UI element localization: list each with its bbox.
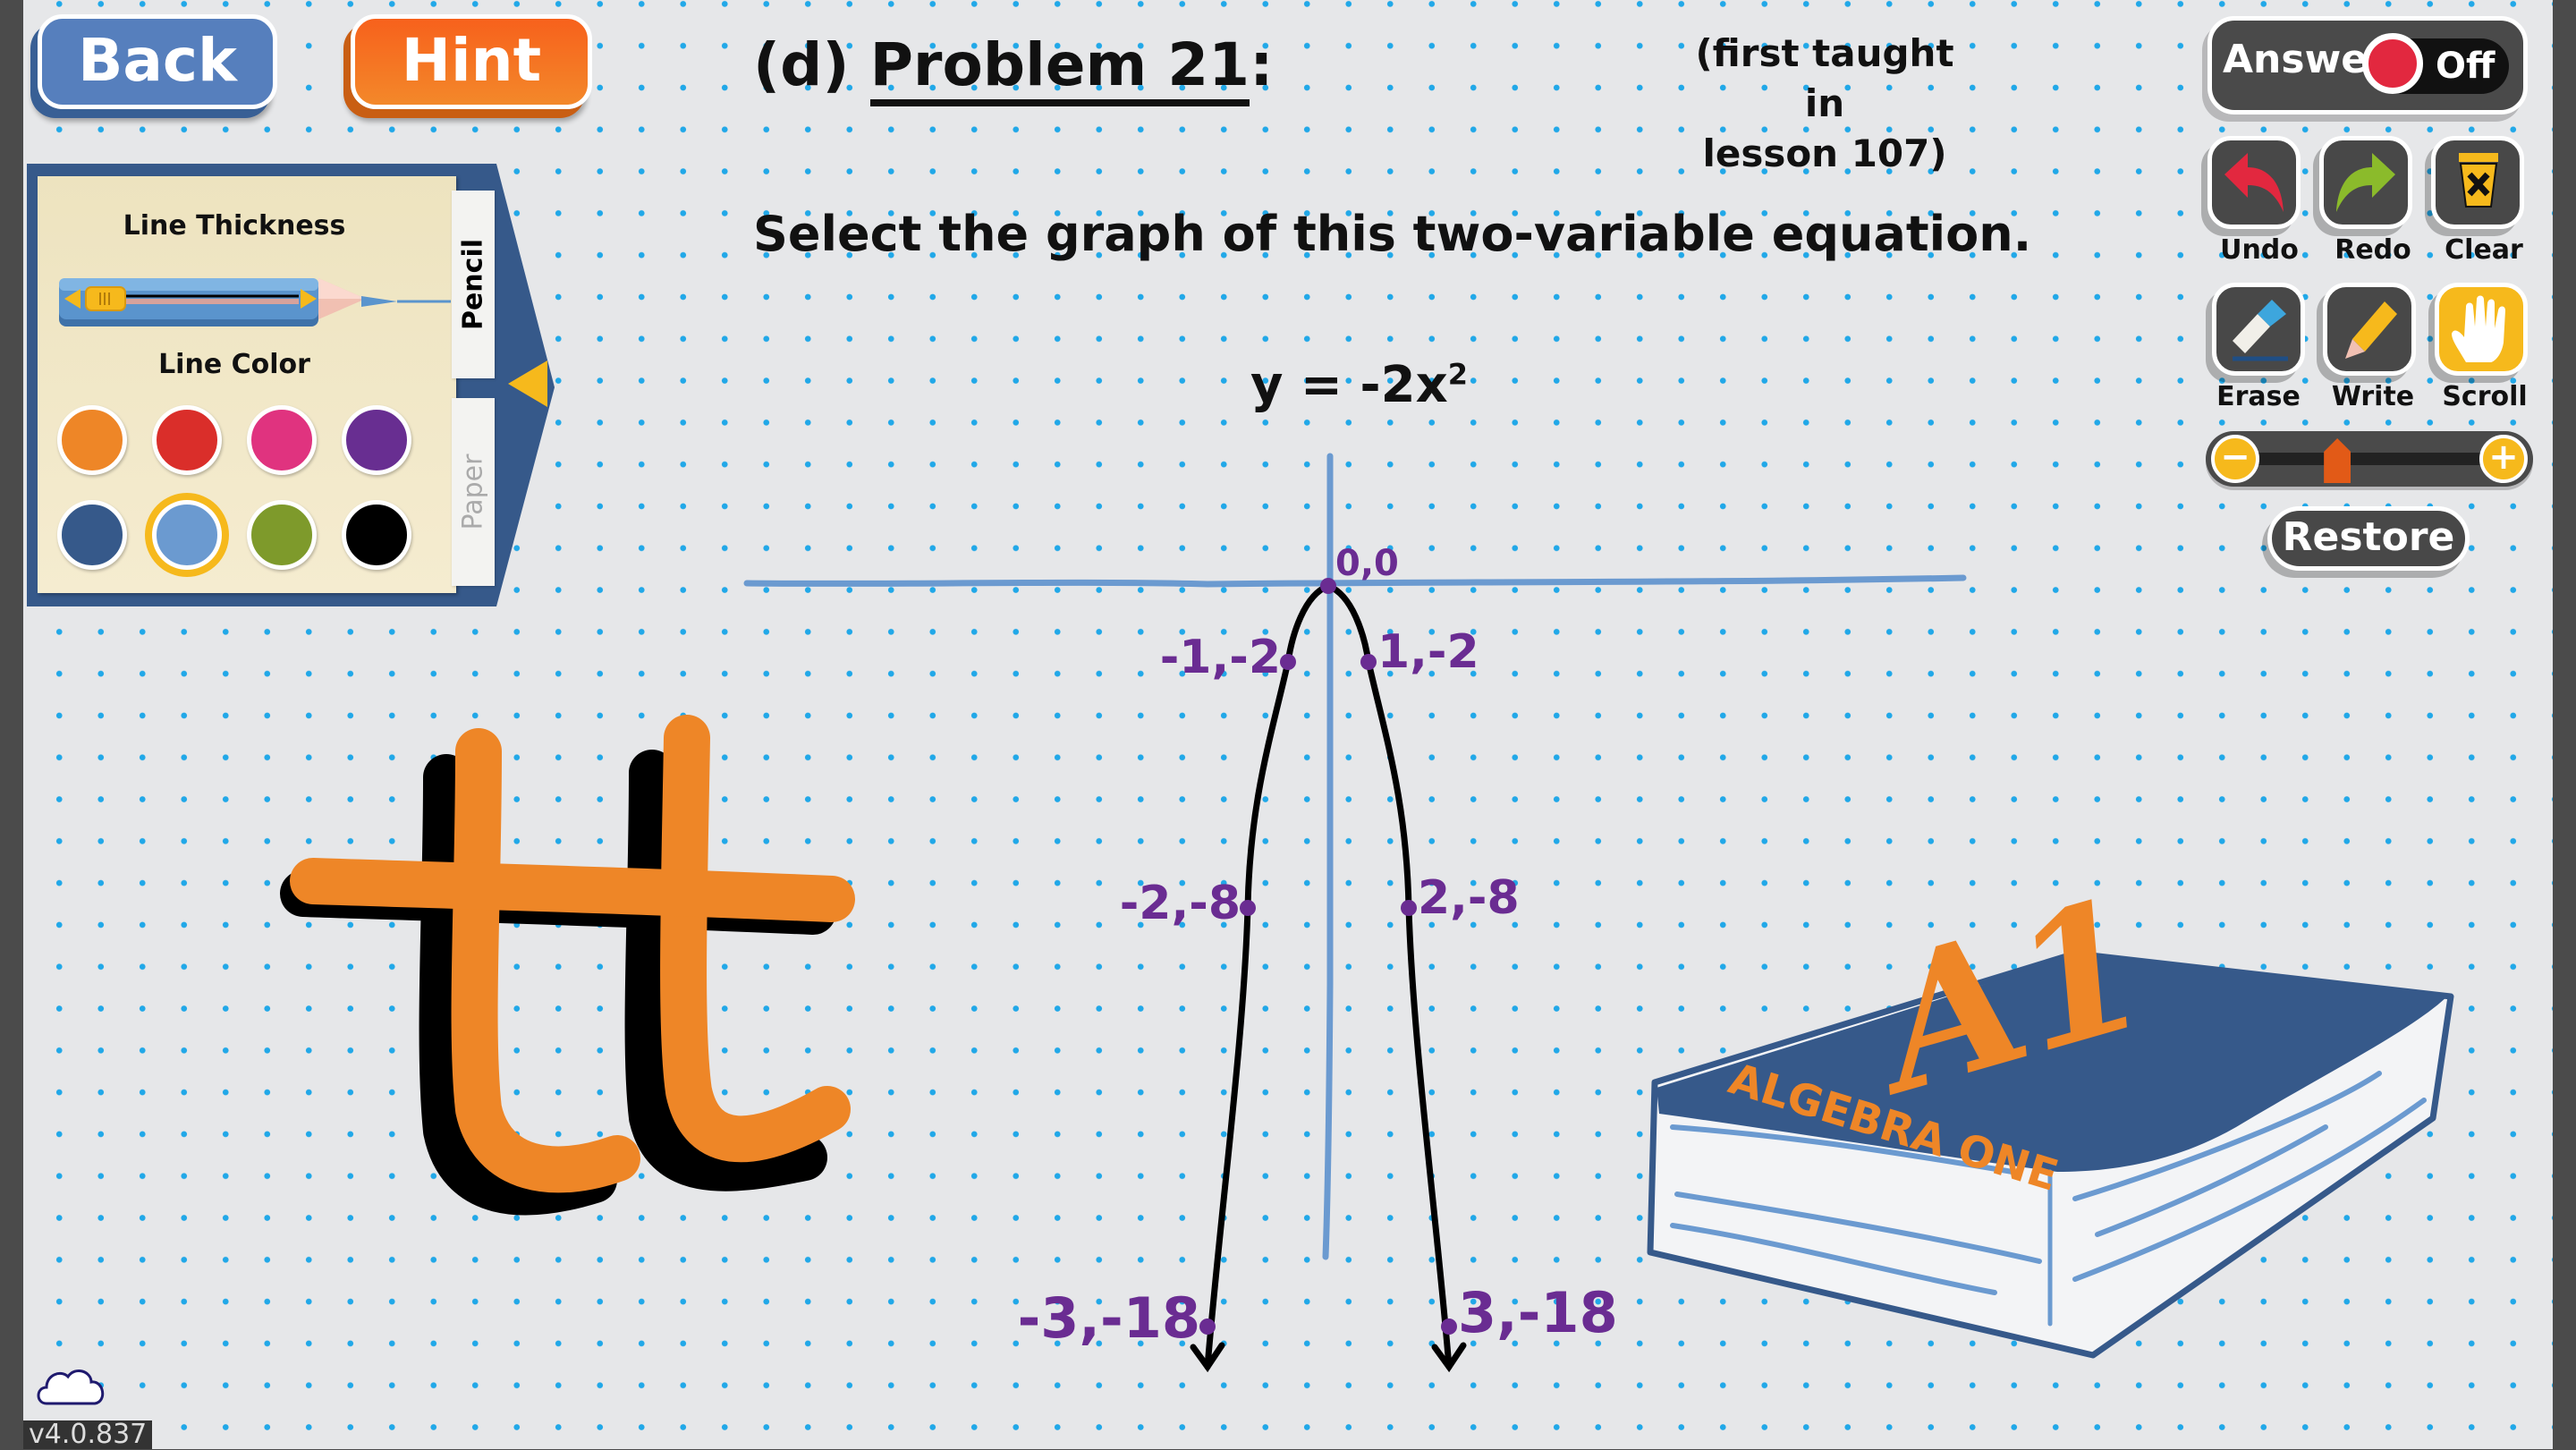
undo-label: Undo — [2220, 234, 2299, 266]
scroll-label: Scroll — [2442, 381, 2528, 412]
trash-clear-icon — [2459, 153, 2498, 208]
tab-paper-label: Paper — [457, 454, 489, 530]
version-label: v4.0.837 — [23, 1420, 153, 1449]
y-axis — [1322, 453, 1334, 1260]
color-swatch-light-blue[interactable] — [152, 500, 222, 570]
point-marker — [1360, 654, 1377, 670]
restore-button[interactable]: Restore — [2267, 506, 2470, 571]
color-swatch-green[interactable] — [247, 500, 317, 570]
answer-toggle-state: Off — [2436, 46, 2496, 87]
zoom-out-button[interactable]: − — [2211, 435, 2259, 483]
plotted-points: 0,0 -1,-2 1,-2 -2,-8 2,-8 -3,-18 3,-18 — [1018, 543, 1618, 1351]
answer-toggle-track[interactable]: Off — [2362, 33, 2509, 94]
point-label: 2,-8 — [1418, 871, 1520, 925]
color-swatch-pink[interactable] — [247, 405, 317, 475]
erase-button[interactable] — [2212, 283, 2305, 376]
panel-card: Line Thickness Line Color — [38, 176, 456, 593]
eraser-icon — [2233, 300, 2288, 361]
zoom-in-button[interactable]: + — [2479, 435, 2528, 483]
pencil-settings-panel: Line Thickness Line Color Pencil Paper — [27, 164, 555, 606]
hand-icon — [2452, 295, 2505, 362]
line-thickness-label: Line Thickness — [123, 210, 346, 242]
point-label: -3,-18 — [1018, 1285, 1200, 1351]
parabola-left-branch — [1204, 582, 1332, 1370]
color-swatch-purple[interactable] — [342, 405, 411, 475]
zoom-slider-thumb[interactable] — [2324, 438, 2351, 483]
undo-button[interactable] — [2207, 136, 2301, 229]
color-swatch-black[interactable] — [342, 500, 411, 570]
answer-toggle-knob — [2362, 33, 2423, 94]
cloud-sync-icon[interactable] — [34, 1364, 111, 1409]
point-label: -2,-8 — [1120, 877, 1241, 930]
redo-label: Redo — [2334, 234, 2411, 266]
answer-toggle[interactable]: Answer Off — [2207, 16, 2528, 114]
erase-label: Erase — [2216, 381, 2301, 412]
zoom-slider-rail[interactable] — [2241, 453, 2497, 465]
point-marker — [1320, 578, 1336, 594]
tab-paper[interactable]: Paper — [452, 398, 495, 586]
point-label: -1,-2 — [1160, 631, 1281, 684]
write-button[interactable] — [2323, 283, 2416, 376]
point-marker — [1441, 1319, 1457, 1335]
point-label: 0,0 — [1335, 543, 1399, 584]
pencil-icon — [2345, 301, 2397, 359]
panel-collapse-arrow-icon[interactable] — [508, 360, 547, 407]
color-swatch-orange[interactable] — [57, 405, 127, 475]
redo-arrow-icon — [2336, 153, 2395, 212]
point-marker — [1199, 1319, 1216, 1335]
point-label: 3,-18 — [1458, 1280, 1618, 1345]
algebra-book-doodle: A1 ALGEBRA ONE — [1647, 858, 2454, 1359]
clear-label: Clear — [2445, 234, 2523, 266]
clear-button[interactable] — [2431, 136, 2524, 229]
point-marker — [1280, 654, 1296, 670]
parabola-right-branch — [1325, 582, 1453, 1370]
tab-pencil-label: Pencil — [457, 238, 489, 331]
point-marker — [1401, 900, 1417, 916]
point-marker — [1240, 900, 1256, 916]
tab-pencil[interactable]: Pencil — [452, 191, 495, 378]
write-label: Write — [2331, 381, 2415, 412]
tt-doodle — [280, 715, 855, 1216]
point-label: 1,-2 — [1377, 625, 1479, 679]
scroll-button[interactable] — [2435, 283, 2528, 376]
undo-arrow-icon — [2224, 153, 2284, 212]
zoom-slider[interactable]: − + — [2206, 431, 2533, 487]
color-swatch-navy[interactable] — [57, 500, 127, 570]
line-thickness-slider[interactable] — [57, 275, 451, 330]
color-swatch-red[interactable] — [152, 405, 222, 475]
line-color-label: Line Color — [158, 349, 310, 380]
redo-button[interactable] — [2319, 136, 2412, 229]
